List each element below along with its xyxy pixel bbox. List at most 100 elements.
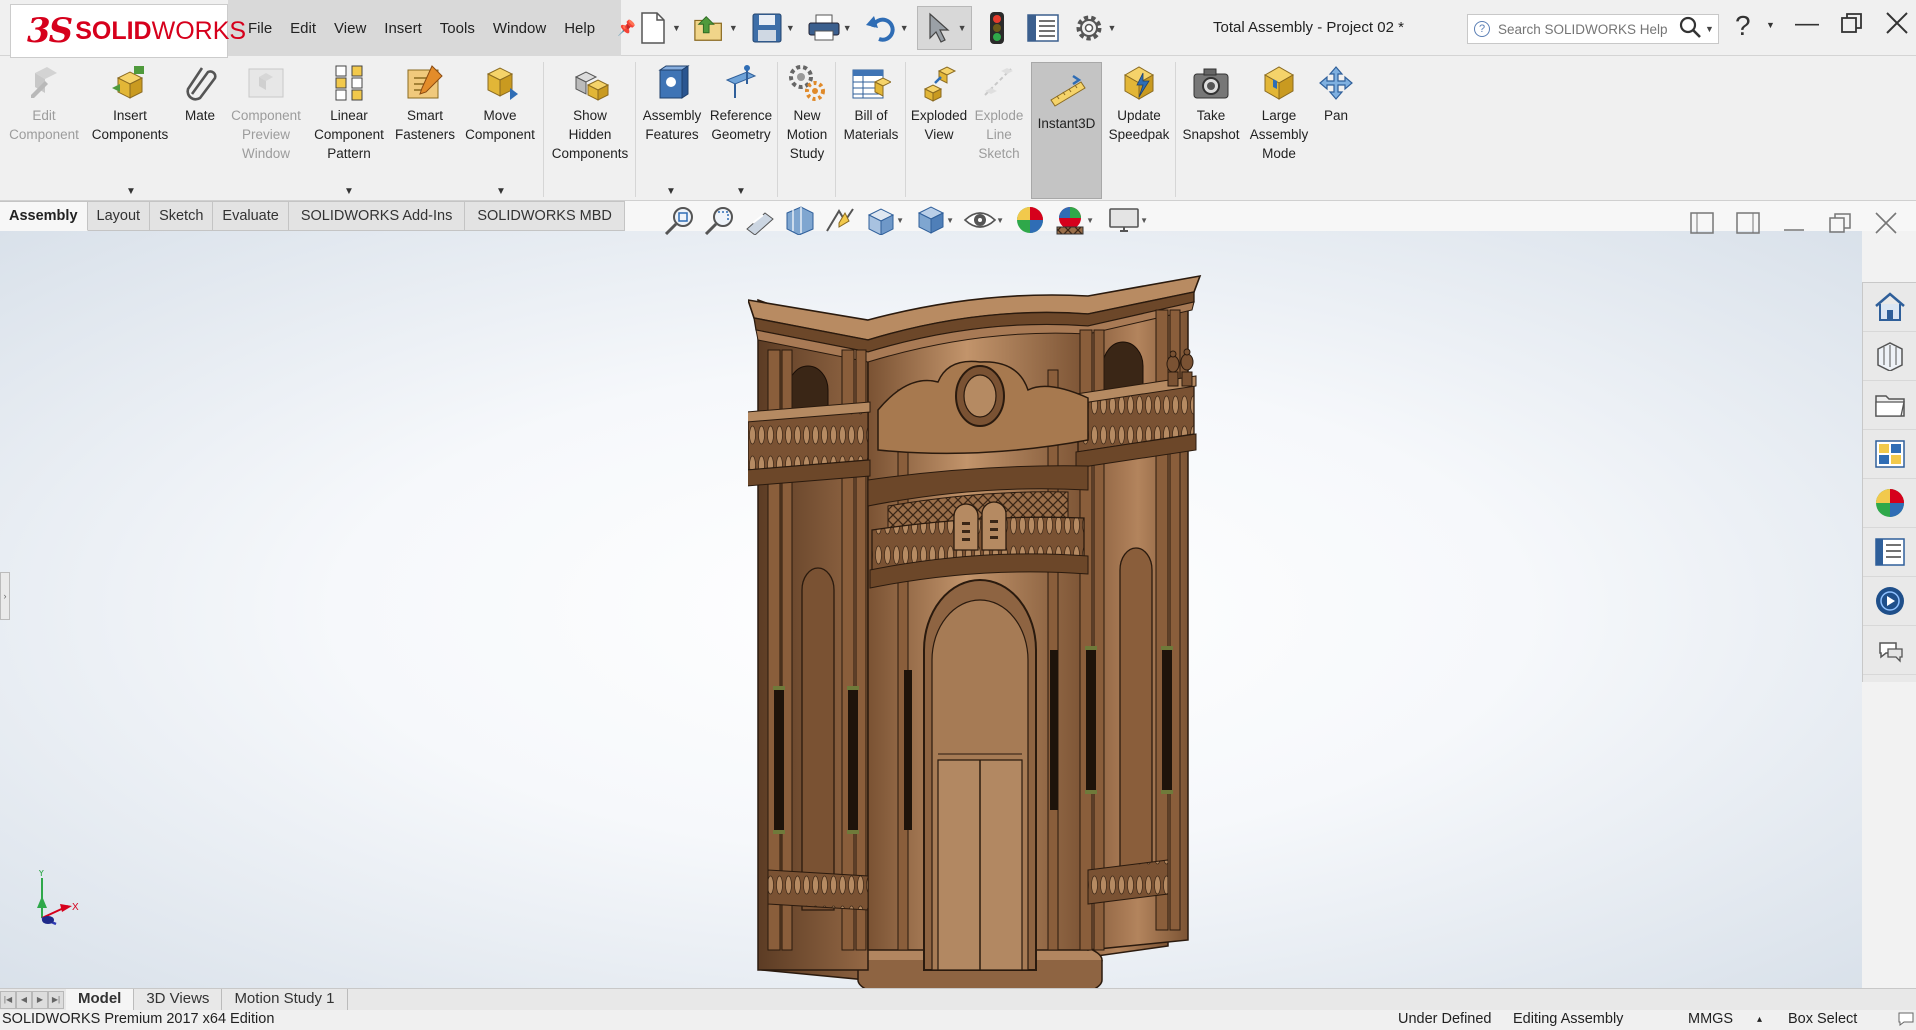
reference-geometry-button[interactable]: Reference Geometry ▼ bbox=[706, 62, 776, 197]
previous-view-button[interactable] bbox=[740, 204, 780, 236]
chevron-down-icon[interactable]: ▼ bbox=[736, 186, 746, 197]
tab-3d-views[interactable]: 3D Views bbox=[134, 988, 223, 1011]
dynamic-annotation-views-button[interactable] bbox=[820, 204, 860, 236]
minimize-icon[interactable]: — bbox=[1795, 10, 1819, 38]
print-button[interactable]: ▼ bbox=[803, 6, 856, 50]
rebuild-button[interactable] bbox=[976, 6, 1018, 50]
prev-tab-arrow-icon[interactable]: ◀ bbox=[16, 990, 32, 1009]
chevron-down-icon[interactable]: ▼ bbox=[344, 186, 354, 197]
insert-components-button[interactable]: Insert Components ▼ bbox=[86, 62, 174, 197]
search-icon[interactable] bbox=[1679, 16, 1701, 43]
chevron-down-icon[interactable]: ▼ bbox=[900, 23, 909, 33]
view-orientation-button[interactable]: ▼ bbox=[860, 204, 904, 236]
task-pane-appearances[interactable] bbox=[1863, 479, 1916, 528]
mate-button[interactable]: Mate bbox=[176, 62, 224, 125]
edit-appearance-button[interactable] bbox=[1010, 204, 1050, 236]
task-pane-solidworks-resources[interactable] bbox=[1863, 577, 1916, 626]
section-view-button[interactable] bbox=[780, 204, 820, 236]
chevron-down-icon[interactable]: ▼ bbox=[843, 23, 852, 33]
chevron-down-icon[interactable]: ▼ bbox=[672, 23, 681, 33]
edit-component-button[interactable]: Edit Component bbox=[4, 62, 84, 144]
move-component-button[interactable]: Move Component ▼ bbox=[458, 62, 542, 197]
last-tab-arrow-icon[interactable]: ▶| bbox=[48, 990, 64, 1009]
viewport-split-left-icon[interactable] bbox=[1690, 212, 1714, 240]
chevron-down-icon[interactable]: ▼ bbox=[996, 216, 1004, 225]
task-pane-custom-properties[interactable] bbox=[1863, 528, 1916, 577]
chevron-down-icon[interactable]: ▼ bbox=[1705, 24, 1714, 34]
close-icon[interactable] bbox=[1884, 10, 1910, 43]
viewport-close-icon[interactable] bbox=[1874, 212, 1898, 240]
task-pane-forum[interactable] bbox=[1863, 626, 1916, 675]
display-style-button[interactable]: ▼ bbox=[910, 204, 954, 236]
component-preview-window-button[interactable]: Component Preview Window bbox=[226, 62, 306, 163]
select-button[interactable]: ▼ bbox=[916, 6, 972, 50]
assembly-model[interactable] bbox=[748, 270, 1208, 990]
chevron-down-icon[interactable]: ▼ bbox=[496, 186, 506, 197]
menu-insert[interactable]: Insert bbox=[384, 20, 422, 37]
viewport-minimize-icon[interactable] bbox=[1782, 212, 1806, 240]
tab-motion-study-1[interactable]: Motion Study 1 bbox=[222, 988, 348, 1011]
chevron-down-icon[interactable]: ▼ bbox=[946, 216, 954, 225]
tab-solidworks-mbd[interactable]: SOLIDWORKS MBD bbox=[465, 201, 625, 231]
restore-icon[interactable] bbox=[1840, 12, 1864, 41]
large-assembly-mode-button[interactable]: Large Assembly Mode bbox=[1244, 62, 1314, 163]
tab-sketch[interactable]: Sketch bbox=[150, 201, 214, 231]
zoom-to-area-button[interactable] bbox=[700, 204, 740, 236]
chevron-down-icon[interactable]: ▼ bbox=[896, 216, 904, 225]
apply-scene-button[interactable]: ▼ bbox=[1050, 204, 1094, 236]
chevron-down-icon[interactable]: ▼ bbox=[666, 186, 676, 197]
show-hidden-components-button[interactable]: Show Hidden Components bbox=[546, 62, 634, 163]
panel-expand-handle[interactable]: › bbox=[0, 572, 10, 620]
chevron-down-icon[interactable]: ▼ bbox=[786, 23, 795, 33]
menu-tools[interactable]: Tools bbox=[440, 20, 475, 37]
graphics-area[interactable]: › Y X bbox=[0, 231, 1862, 990]
zoom-to-fit-button[interactable] bbox=[660, 204, 700, 236]
bill-of-materials-button[interactable]: Bill of Materials bbox=[838, 62, 904, 144]
chevron-down-icon[interactable]: ▼ bbox=[1086, 216, 1094, 225]
chevron-down-icon[interactable]: ▼ bbox=[1108, 23, 1117, 33]
first-tab-arrow-icon[interactable]: |◀ bbox=[0, 990, 16, 1009]
task-pane-file-explorer[interactable] bbox=[1863, 381, 1916, 430]
menu-view[interactable]: View bbox=[334, 20, 366, 37]
units-up-arrow-icon[interactable]: ▴ bbox=[1757, 1014, 1762, 1025]
new-document-button[interactable]: ▼ bbox=[632, 6, 685, 50]
next-tab-arrow-icon[interactable]: ▶ bbox=[32, 990, 48, 1009]
help-question-icon[interactable]: ? bbox=[1735, 10, 1751, 42]
undo-button[interactable]: ▼ bbox=[860, 6, 913, 50]
chevron-down-icon[interactable]: ▼ bbox=[958, 23, 967, 33]
status-message-icon[interactable] bbox=[1898, 1012, 1914, 1030]
viewport-split-right-icon[interactable] bbox=[1736, 212, 1760, 240]
options-button[interactable]: ▼ bbox=[1068, 6, 1121, 50]
chevron-down-icon[interactable]: ▼ bbox=[1140, 216, 1148, 225]
chevron-down-icon[interactable]: ▼ bbox=[126, 186, 136, 197]
solidworks-logo[interactable]: 3S SOLIDWORKS bbox=[10, 4, 246, 58]
new-motion-study-button[interactable]: New Motion Study bbox=[780, 62, 834, 163]
instant3d-button[interactable]: Instant3D bbox=[1031, 70, 1102, 133]
take-snapshot-button[interactable]: Take Snapshot bbox=[1178, 62, 1244, 144]
tab-model[interactable]: Model bbox=[66, 988, 135, 1011]
update-speedpak-button[interactable]: Update Speedpak bbox=[1106, 62, 1172, 144]
menu-help[interactable]: Help bbox=[564, 20, 595, 37]
viewport-restore-icon[interactable] bbox=[1828, 212, 1852, 240]
open-document-button[interactable]: ▼ bbox=[689, 6, 742, 50]
menu-edit[interactable]: Edit bbox=[290, 20, 316, 37]
linear-component-pattern-button[interactable]: Linear Component Pattern ▼ bbox=[306, 62, 392, 197]
explode-line-sketch-button[interactable]: Explode Line Sketch bbox=[970, 62, 1028, 163]
chevron-down-icon[interactable]: ▼ bbox=[729, 23, 738, 33]
save-button[interactable]: ▼ bbox=[746, 6, 799, 50]
task-pane-view-palette[interactable] bbox=[1863, 430, 1916, 479]
chevron-down-icon[interactable]: ▼ bbox=[1766, 20, 1775, 30]
pan-button[interactable]: Pan bbox=[1316, 62, 1356, 125]
tab-assembly[interactable]: Assembly bbox=[0, 201, 88, 231]
tab-layout[interactable]: Layout bbox=[87, 201, 151, 231]
units-selector[interactable]: MMGS bbox=[1688, 1011, 1733, 1027]
task-pane-design-library[interactable] bbox=[1863, 332, 1916, 381]
search-input[interactable] bbox=[1498, 21, 1673, 37]
tab-solidworks-add-ins[interactable]: SOLIDWORKS Add-Ins bbox=[288, 201, 466, 231]
exploded-view-button[interactable]: Exploded View bbox=[908, 62, 970, 144]
tab-evaluate[interactable]: Evaluate bbox=[213, 201, 289, 231]
view-settings-button[interactable]: ▼ bbox=[1104, 204, 1148, 236]
menu-window[interactable]: Window bbox=[493, 20, 546, 37]
hide-show-items-button[interactable]: ▼ bbox=[960, 204, 1004, 236]
smart-fasteners-button[interactable]: Smart Fasteners bbox=[394, 62, 456, 144]
